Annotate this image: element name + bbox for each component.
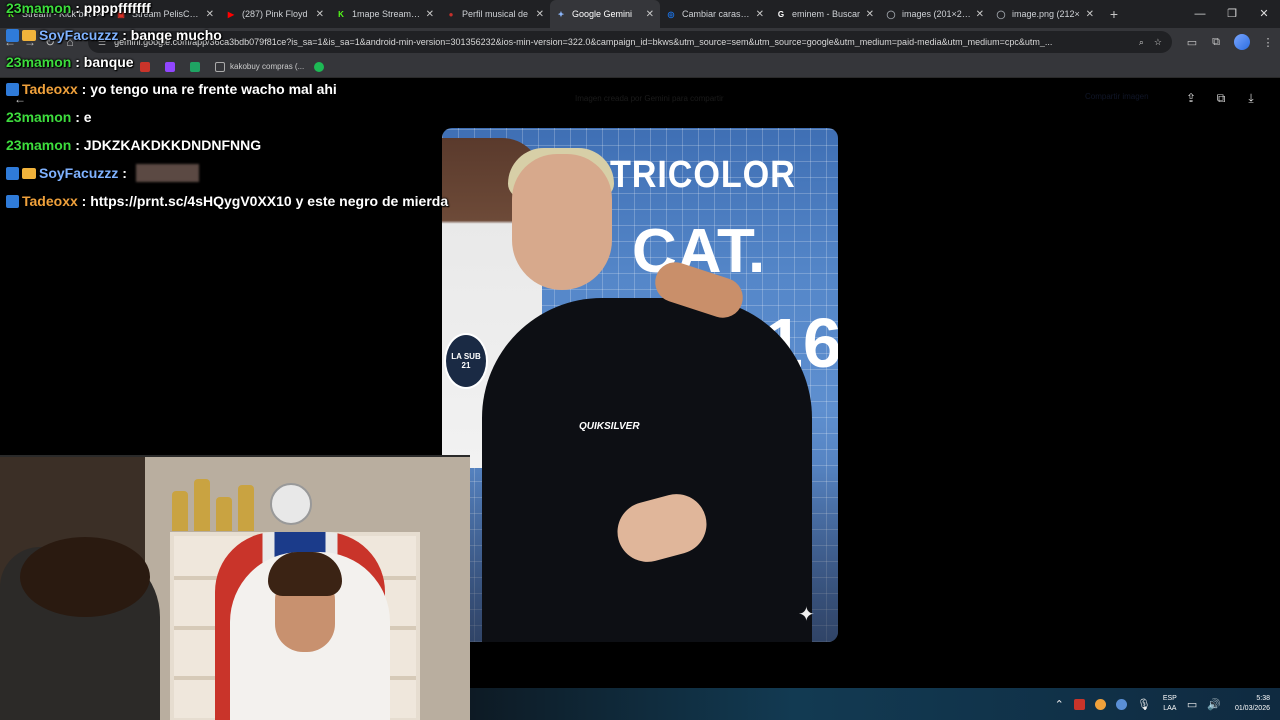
chat-badge-icon	[6, 29, 19, 42]
new-tab-button[interactable]: +	[1104, 6, 1124, 22]
tab-title: images (201×251)	[902, 9, 972, 19]
chat-message: Tadeoxx : https://prnt.sc/4sHQygV0XX10 y…	[6, 193, 448, 209]
share-image-ghost-button[interactable]: Compartir imagen	[1085, 92, 1149, 101]
chat-badge-icon	[6, 83, 19, 96]
chat-message: 23mamon : e	[6, 109, 92, 125]
browser-tab[interactable]: ◎ Cambiar caras co ✕	[660, 0, 770, 28]
window-controls: — ❐ ✕	[1184, 0, 1280, 28]
chat-badge-icon	[6, 167, 19, 180]
chat-message: SoyFacuzzz : banqe mucho	[6, 27, 222, 43]
chat-username[interactable]: Tadeoxx	[22, 81, 78, 97]
chat-username[interactable]: SoyFacuzzz	[39, 27, 118, 43]
download-icon[interactable]: ⤓	[1242, 91, 1260, 106]
chat-message: 23mamon : JDKZKAKDKKDNDNFNNG	[6, 137, 261, 153]
extensions-icon[interactable]: ⧉	[1204, 36, 1228, 49]
tab-title: Google Gemini	[572, 9, 633, 19]
chat-text: : ppppfffffff	[75, 0, 151, 16]
bookmark-star-icon[interactable]: ☆	[1154, 37, 1162, 48]
tab-favicon-icon: ✦	[557, 9, 565, 19]
chat-message: 23mamon : ppppfffffff	[6, 0, 151, 16]
tab-favicon-icon: ◎	[667, 9, 675, 19]
tab-title: Cambiar caras co	[682, 9, 752, 19]
tab-favicon-icon: ◯	[996, 9, 1006, 19]
tab-close-icon[interactable]: ✕	[866, 9, 874, 20]
restore-button[interactable]: ❐	[1216, 0, 1248, 28]
volume-icon[interactable]: 🔊	[1207, 698, 1221, 711]
chat-username[interactable]: 23mamon	[6, 0, 71, 16]
viewer-caption: Imagen creada por Gemini para compartir	[575, 94, 724, 103]
chat-username[interactable]: SoyFacuzzz	[39, 165, 118, 181]
share-icon[interactable]: ⇪	[1182, 91, 1200, 105]
close-window-button[interactable]: ✕	[1248, 0, 1280, 28]
banner-text: TRICOLOR	[610, 154, 796, 196]
cast-icon[interactable]: ▭	[1180, 36, 1204, 49]
language-indicator[interactable]: ESP LAA	[1163, 694, 1177, 714]
crown-badge-icon	[22, 168, 36, 179]
main-person-head	[512, 154, 612, 290]
shirt-logo: QUIKSILVER	[579, 421, 640, 432]
tab-favicon-icon: ◯	[886, 9, 896, 19]
chat-text: : banqe mucho	[122, 27, 222, 43]
chat-text: : JDKZKAKDKKDNDNFNNG	[75, 137, 262, 153]
chat-text: : https://prnt.sc/4sHQygV0XX10 y este ne…	[81, 193, 449, 209]
browser-tab[interactable]: ◯ image.png (212× ✕	[990, 0, 1100, 28]
tray-app-icon[interactable]	[1073, 698, 1085, 710]
chat-text: : e	[75, 109, 92, 125]
webcam-ball	[270, 483, 312, 525]
webcam-second-person-hair	[20, 537, 150, 617]
zoom-icon[interactable]: ⌕	[1139, 37, 1144, 48]
main-person-torso	[482, 298, 812, 642]
chat-username[interactable]: 23mamon	[6, 109, 71, 125]
chat-text: : banque	[75, 54, 134, 70]
stream-chat-overlay: 23mamon : ppppfffffff SoyFacuzzz : banqe …	[0, 0, 470, 215]
chat-text: : yo tengo una re frente wacho mal ahi	[81, 81, 337, 97]
keyboard-layout: LAA	[1163, 705, 1177, 712]
tab-close-icon[interactable]: ✕	[646, 9, 654, 20]
windows-taskbar: ⌃ 🎙 ESP LAA ▭ 🔊 5:38 01/03/2026	[470, 688, 1280, 720]
tab-close-icon[interactable]: ✕	[976, 9, 984, 20]
browser-tab[interactable]: ◯ images (201×251) ✕	[880, 0, 990, 28]
crown-badge-icon	[22, 30, 36, 41]
tab-favicon-icon: G	[777, 9, 785, 19]
chat-message: SoyFacuzzz :	[6, 165, 127, 181]
gemini-sparkle-icon: ✦	[798, 604, 815, 626]
language-code: ESP	[1162, 695, 1177, 702]
chat-message: Tadeoxx : yo tengo una re frente wacho m…	[6, 81, 337, 97]
tab-title: Perfil musical de	[462, 9, 529, 19]
tray-cloud-icon[interactable]	[1115, 698, 1127, 710]
clock-date: 01/03/2026	[1234, 705, 1270, 712]
tab-close-icon[interactable]: ✕	[1086, 9, 1094, 20]
chat-badge-icon	[6, 195, 19, 208]
clock-time: 5:38	[1256, 695, 1270, 702]
tray-chevron-icon[interactable]: ⌃	[1055, 698, 1064, 711]
chat-message: 23mamon : banque	[6, 54, 134, 70]
tab-close-icon[interactable]: ✕	[756, 9, 764, 20]
microphone-icon[interactable]: 🎙	[1137, 698, 1151, 711]
club-badge: LA SUB 21	[444, 333, 488, 389]
tab-title: image.png (212×	[1012, 9, 1080, 19]
displayed-photo: TRICOLOR CAT. 16 LA SUB 21 QUIKSILVER ✦	[442, 128, 838, 642]
tab-title: eminem - Buscar	[792, 9, 861, 19]
system-clock[interactable]: 5:38 01/03/2026	[1235, 694, 1270, 714]
profile-avatar[interactable]	[1234, 34, 1250, 50]
webcam-feed	[0, 455, 470, 720]
censored-block	[136, 164, 199, 182]
chat-username[interactable]: Tadeoxx	[22, 193, 78, 209]
network-icon[interactable]: ▭	[1187, 698, 1197, 711]
tab-close-icon[interactable]: ✕	[536, 9, 544, 20]
minimize-button[interactable]: —	[1184, 0, 1216, 28]
tray-warning-icon[interactable]	[1094, 698, 1106, 710]
chat-username[interactable]: 23mamon	[6, 137, 71, 153]
webcam-streamer-hair	[268, 552, 342, 596]
browser-tab[interactable]: Geminem - Buscar ✕	[770, 0, 880, 28]
browser-tab[interactable]: ✦ Google Gemini ✕	[550, 0, 660, 28]
copy-icon[interactable]: ⧉	[1212, 91, 1230, 106]
chat-text: :	[122, 165, 127, 181]
menu-icon[interactable]: ⋮	[1256, 36, 1280, 49]
chat-username[interactable]: 23mamon	[6, 54, 71, 70]
